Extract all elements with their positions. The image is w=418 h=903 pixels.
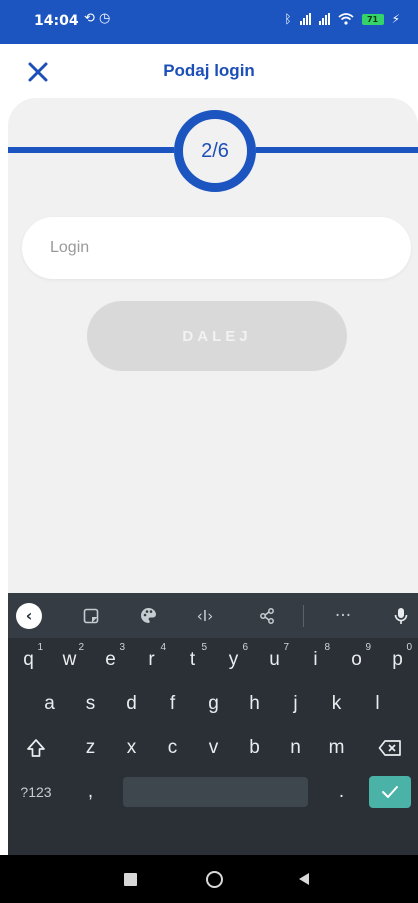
key-x[interactable]: x — [111, 726, 152, 770]
navigation-bar — [0, 855, 418, 903]
key-o[interactable]: o9 — [336, 638, 377, 682]
key-s[interactable]: s — [70, 682, 111, 726]
toolbar-divider — [303, 605, 304, 627]
home-icon[interactable] — [196, 855, 232, 903]
cursor-icon[interactable]: ‹I› — [188, 593, 222, 638]
bluetooth-icon: ᛒ — [284, 12, 292, 26]
keyboard: ‹ ‹I› ··· q1 w2 e3 r4 t5 y6 u7 i8 o9 p0 … — [8, 593, 418, 855]
key-c[interactable]: c — [152, 726, 193, 770]
key-r[interactable]: r4 — [131, 638, 172, 682]
progress-step-label: 2/6 — [201, 139, 229, 162]
key-e[interactable]: e3 — [90, 638, 131, 682]
keyboard-row-1: q1 w2 e3 r4 t5 y6 u7 i8 o9 p0 — [8, 638, 418, 682]
key-h[interactable]: h — [234, 682, 275, 726]
mic-icon[interactable] — [386, 593, 416, 638]
keyboard-row-3: z x c v b n m — [8, 726, 418, 770]
signal-icon — [299, 13, 311, 25]
shift-icon[interactable] — [8, 726, 64, 770]
key-b[interactable]: b — [234, 726, 275, 770]
key-y[interactable]: y6 — [213, 638, 254, 682]
key-p[interactable]: p0 — [377, 638, 418, 682]
status-bar: 14:04 ⟲ ◷ ᛒ 71 ⚡ — [0, 0, 418, 44]
key-d[interactable]: d — [111, 682, 152, 726]
page-title: Podaj login — [163, 61, 255, 80]
key-m[interactable]: m — [316, 726, 357, 770]
content-card: 2/6 DALEJ — [8, 98, 418, 593]
key-w[interactable]: w2 — [49, 638, 90, 682]
progress-line-left — [8, 147, 174, 153]
login-input[interactable] — [22, 217, 411, 279]
key-f[interactable]: f — [152, 682, 193, 726]
key-comma[interactable]: , — [70, 770, 111, 814]
app-header: Podaj login — [0, 44, 418, 100]
signal-icon-2 — [318, 13, 330, 25]
keyboard-row-2: a s d f g h j k l — [8, 682, 418, 726]
space-key[interactable] — [123, 777, 308, 807]
keyboard-row-4: ?123 , . — [8, 770, 418, 814]
key-v[interactable]: v — [193, 726, 234, 770]
share-icon[interactable] — [252, 593, 282, 638]
enter-check-icon[interactable] — [369, 776, 411, 808]
progress-step-indicator: 2/6 — [174, 110, 256, 192]
charging-icon: ⚡ — [391, 12, 400, 26]
sticker-icon[interactable] — [76, 593, 106, 638]
backspace-icon[interactable] — [362, 726, 418, 770]
key-q[interactable]: q1 — [8, 638, 49, 682]
next-button[interactable]: DALEJ — [87, 301, 347, 371]
key-l[interactable]: l — [357, 682, 398, 726]
status-time: 14:04 — [34, 13, 79, 29]
status-notification-icons: ⟲ ◷ — [84, 11, 111, 26]
palette-icon[interactable] — [133, 593, 163, 638]
back-icon[interactable]: ‹ — [16, 603, 42, 629]
key-period[interactable]: . — [321, 770, 362, 814]
progress-line-right — [256, 147, 418, 153]
key-n[interactable]: n — [275, 726, 316, 770]
key-k[interactable]: k — [316, 682, 357, 726]
back-triangle-icon[interactable] — [286, 855, 322, 903]
keyboard-toolbar: ‹ ‹I› ··· — [8, 593, 418, 638]
more-icon[interactable]: ··· — [328, 593, 358, 638]
key-symbols[interactable]: ?123 — [8, 770, 64, 814]
battery-icon: 71 — [361, 13, 384, 25]
key-t[interactable]: t5 — [172, 638, 213, 682]
key-i[interactable]: i8 — [295, 638, 336, 682]
recents-icon[interactable] — [112, 855, 148, 903]
key-u[interactable]: u7 — [254, 638, 295, 682]
key-g[interactable]: g — [193, 682, 234, 726]
key-a[interactable]: a — [29, 682, 70, 726]
key-z[interactable]: z — [70, 726, 111, 770]
wifi-icon — [338, 13, 354, 25]
status-system-icons: ᛒ 71 ⚡ — [284, 12, 400, 26]
key-j[interactable]: j — [275, 682, 316, 726]
